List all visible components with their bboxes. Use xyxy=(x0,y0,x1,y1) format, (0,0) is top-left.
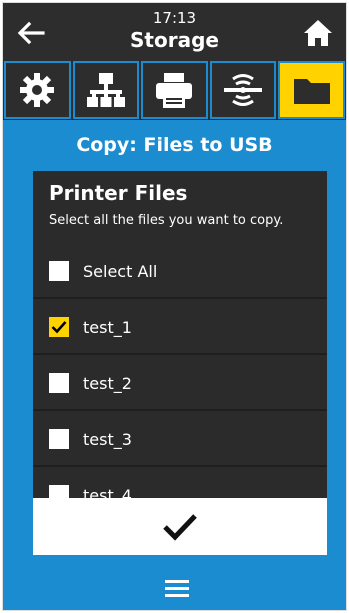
list-item[interactable]: test_4 xyxy=(33,469,327,498)
clock: 17:13 xyxy=(152,9,197,27)
home-icon xyxy=(304,20,332,46)
page-title: Copy: Files to USB xyxy=(76,134,273,156)
settings-icon xyxy=(20,73,55,107)
tab-settings[interactable] xyxy=(4,61,71,119)
screen-title: Storage xyxy=(130,28,219,52)
checkbox-unchecked[interactable] xyxy=(49,429,69,449)
rfid-icon xyxy=(224,74,263,106)
checkmark-icon xyxy=(51,321,67,334)
list-item-label: test_4 xyxy=(83,485,132,499)
tab-rfid[interactable] xyxy=(209,61,277,119)
tab-network[interactable] xyxy=(72,61,140,119)
checkbox-checked[interactable] xyxy=(49,317,69,337)
list-item-label: test_1 xyxy=(83,317,132,337)
hamburger-menu-icon xyxy=(165,580,189,597)
menu-button[interactable] xyxy=(163,578,191,600)
list-item[interactable]: test_2 xyxy=(33,357,327,411)
checkbox-unchecked[interactable] xyxy=(49,373,69,393)
tab-storage[interactable] xyxy=(278,61,345,119)
list-item-label: Select All xyxy=(83,261,158,281)
checkmark-icon xyxy=(163,513,197,541)
list-item[interactable]: test_3 xyxy=(33,413,327,467)
home-button[interactable] xyxy=(300,15,336,51)
checkbox-unchecked[interactable] xyxy=(49,485,69,498)
top-bar: 17:13 Storage xyxy=(3,3,346,60)
select-all-row[interactable]: Select All xyxy=(33,245,327,299)
list-item-label: test_2 xyxy=(83,373,132,393)
list-item[interactable]: test_1 xyxy=(33,301,327,355)
tab-printer[interactable] xyxy=(141,61,208,119)
folder-icon xyxy=(293,79,330,104)
printer-icon xyxy=(156,73,193,108)
panel-title: Printer Files xyxy=(49,181,188,205)
panel-header: Printer Files Select all the files you w… xyxy=(33,171,327,228)
category-tabs xyxy=(3,60,346,120)
panel-subtitle: Select all the files you want to copy. xyxy=(49,213,284,228)
confirm-button[interactable] xyxy=(33,498,327,555)
network-icon xyxy=(86,73,125,107)
list-item-label: test_3 xyxy=(83,429,132,449)
checkbox-unchecked[interactable] xyxy=(49,261,69,281)
file-list-panel: Printer Files Select all the files you w… xyxy=(33,171,327,498)
device-screen: 17:13 Storage Copy: Files to USB Printer… xyxy=(2,2,347,611)
